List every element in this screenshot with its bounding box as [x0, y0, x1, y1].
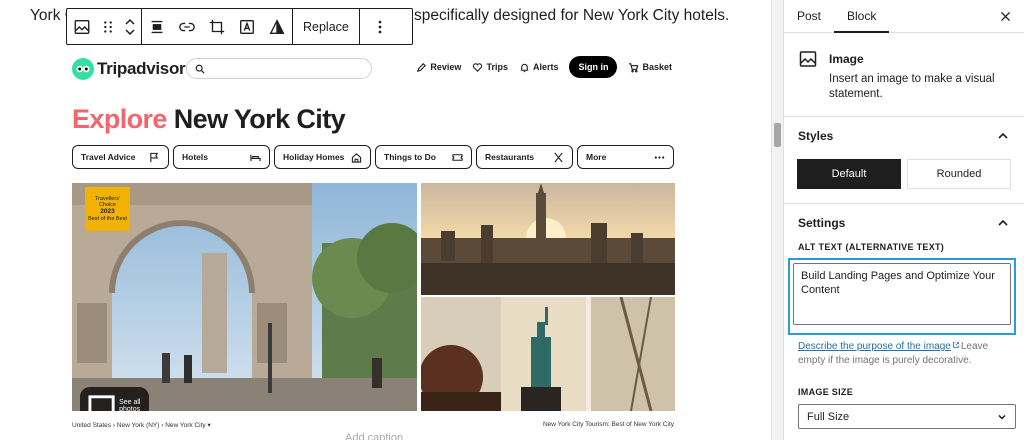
- block-card-description: Insert an image to make a visual stateme…: [829, 73, 995, 100]
- toolbar-group-block: [67, 9, 142, 44]
- alt-text-input[interactable]: [793, 263, 1011, 325]
- see-all-photos-button: See all photos: [80, 387, 150, 411]
- alt-text-focus-ring: [788, 258, 1016, 335]
- crop-icon[interactable]: [202, 9, 232, 44]
- describe-purpose-link[interactable]: Describe the purpose of the image: [798, 341, 951, 352]
- photo-washington-square-arch: Travellers' Choice 2023 Best of the Best…: [72, 183, 417, 411]
- alt-text-help: Describe the purpose of the image Leave e…: [784, 340, 1024, 367]
- travellers-choice-badge: Travellers' Choice 2023 Best of the Best: [85, 187, 130, 231]
- pill-holiday-homes: Holiday Homes: [274, 145, 371, 169]
- toolbar-group-options: [360, 9, 400, 44]
- ta-category-pills: Travel Advice Hotels Holiday Homes Thing…: [72, 145, 674, 169]
- search-icon: [195, 64, 205, 74]
- settings-sidebar: Post Block Image Insert an image to make…: [783, 0, 1024, 440]
- ta-logo: Tripadvisor: [72, 58, 186, 80]
- ta-header: Tripadvisor Review Trips Alerts Sign in …: [70, 52, 676, 86]
- home-icon: [351, 152, 362, 163]
- chevron-down-icon: [998, 414, 1006, 420]
- ta-search-input: [186, 58, 372, 79]
- image-block-icon: [798, 49, 818, 100]
- alt-text-label: ALT TEXT (ALTERNATIVE TEXT): [798, 242, 945, 252]
- paragraph-text-right[interactable]: specifically designed for New York City …: [414, 7, 729, 25]
- duotone-filter-icon[interactable]: [262, 9, 292, 44]
- more-options-icon[interactable]: [360, 9, 400, 44]
- pill-more: More: [577, 145, 674, 169]
- ellipsis-icon: [654, 155, 665, 159]
- ta-nav-basket: Basket: [628, 62, 672, 73]
- ta-nav: Review Trips Alerts Sign in Basket: [416, 56, 672, 78]
- ta-nav-review: Review: [416, 62, 461, 73]
- bed-icon: [250, 154, 261, 161]
- ta-footer-title: New York City Tourism: Best of New York …: [542, 421, 674, 428]
- ta-nav-alerts: Alerts: [519, 62, 558, 73]
- photos-icon: [88, 395, 115, 411]
- style-rounded-button[interactable]: Rounded: [907, 159, 1011, 189]
- cart-icon: [629, 62, 639, 72]
- move-up-icon[interactable]: [123, 17, 137, 27]
- editor-scrollbar[interactable]: [771, 0, 783, 440]
- toolbar-group-replace: Replace: [293, 9, 360, 44]
- block-card: Image Insert an image to make a visual s…: [784, 33, 1024, 117]
- settings-panel: Settings ALT TEXT (ALTERNATIVE TEXT) Des…: [784, 204, 1024, 434]
- ta-breadcrumb: United States › New York (NY) › New York…: [72, 422, 211, 429]
- drag-handle-icon[interactable]: [97, 9, 119, 44]
- block-toolbar: Replace: [66, 8, 413, 45]
- chevron-up-icon: [998, 219, 1008, 226]
- ta-page-title: Explore New York City: [72, 104, 346, 134]
- heart-icon: [473, 62, 483, 72]
- photo-statue-of-liberty: [421, 297, 675, 411]
- scrollbar-thumb[interactable]: [774, 123, 781, 147]
- photo-nyc-skyline: [421, 183, 675, 295]
- close-icon[interactable]: [996, 7, 1014, 25]
- image-block-icon[interactable]: [67, 9, 97, 44]
- pill-restaurants: Restaurants: [476, 145, 573, 169]
- style-default-button[interactable]: Default: [797, 159, 901, 189]
- block-card-title: Image: [829, 52, 864, 66]
- styles-panel-title: Styles: [798, 129, 834, 143]
- move-down-icon[interactable]: [123, 27, 137, 37]
- sidebar-tabs: Post Block: [784, 0, 1024, 33]
- editor-canvas: York C specifically designed for New Yor…: [0, 0, 771, 440]
- replace-button[interactable]: Replace: [293, 9, 359, 44]
- cutlery-icon: [554, 152, 563, 162]
- image-size-value: Full Size: [807, 410, 850, 423]
- settings-panel-toggle[interactable]: Settings: [784, 204, 1024, 242]
- tab-block[interactable]: Block: [834, 0, 890, 33]
- style-options: Default Rounded: [784, 155, 1024, 189]
- block-mover: [119, 9, 141, 44]
- toolbar-group-tools: [142, 9, 293, 44]
- ta-logo-text: Tripadvisor: [97, 59, 186, 78]
- link-icon[interactable]: [172, 9, 202, 44]
- owl-logo-icon: [72, 58, 94, 80]
- settings-panel-title: Settings: [798, 216, 846, 230]
- bell-icon: [520, 63, 529, 72]
- ticket-icon: [452, 153, 463, 161]
- tab-post[interactable]: Post: [784, 0, 834, 32]
- ta-nav-trips: Trips: [472, 62, 508, 73]
- text-overlay-icon[interactable]: [232, 9, 262, 44]
- image-block[interactable]: Tripadvisor Review Trips Alerts Sign in …: [70, 52, 676, 432]
- ta-signin-button: Sign in: [569, 56, 618, 78]
- image-size-label: IMAGE SIZE: [798, 387, 854, 397]
- flag-icon: [150, 152, 159, 162]
- pill-things-to-do: Things to Do: [375, 145, 472, 169]
- styles-panel: Styles Default Rounded: [784, 117, 1024, 204]
- pill-hotels: Hotels: [173, 145, 270, 169]
- chevron-up-icon: [998, 132, 1008, 139]
- pencil-icon: [417, 62, 427, 72]
- pill-travel-advice: Travel Advice: [72, 145, 169, 169]
- external-link-icon: [953, 342, 959, 348]
- caption-placeholder[interactable]: Add caption: [345, 432, 403, 440]
- image-size-select[interactable]: Full Size: [798, 404, 1016, 429]
- styles-panel-toggle[interactable]: Styles: [784, 117, 1024, 155]
- align-icon[interactable]: [142, 9, 172, 44]
